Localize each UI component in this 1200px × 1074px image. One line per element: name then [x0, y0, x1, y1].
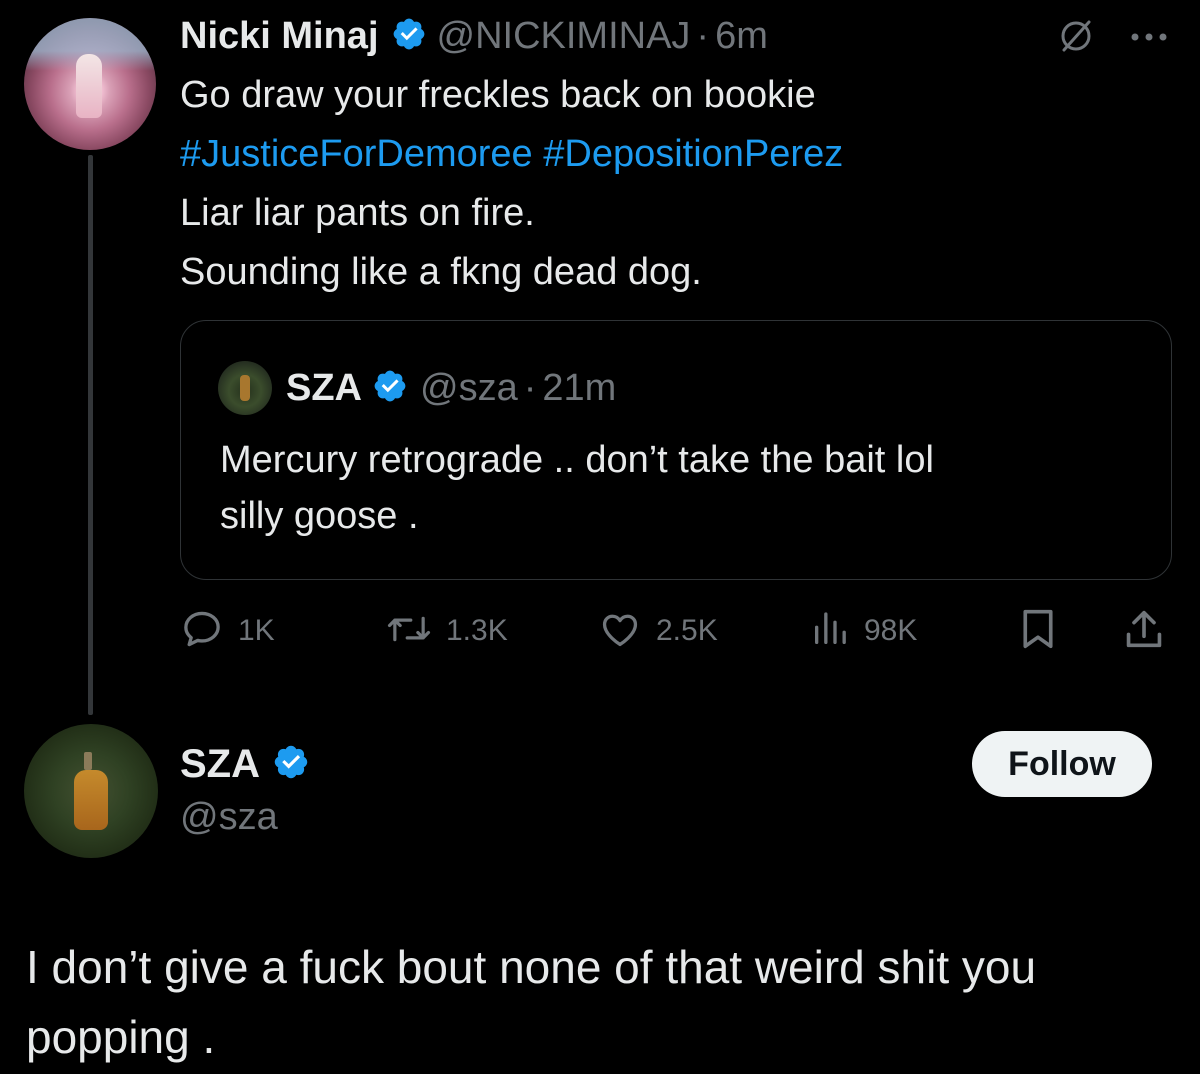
follow-button[interactable]: Follow [972, 731, 1152, 797]
tweet-header: Nicki Minaj @NICKIMINAJ · 6m [180, 12, 768, 60]
reply-author-name[interactable]: SZA [180, 742, 260, 787]
tweet-hashtags-line: #JusticeForDemoree #DepositionPerez [180, 125, 1140, 184]
reply-button[interactable]: 1K [180, 604, 275, 658]
quote-text-line: Mercury retrograde .. don’t take the bai… [220, 439, 934, 481]
heart-icon [598, 609, 642, 654]
reply-text: I don’t give a fuck bout none of that we… [26, 932, 1176, 1072]
author-name[interactable]: Nicki Minaj [180, 15, 379, 58]
reply-author: SZA [180, 736, 310, 792]
thread-connector-line [88, 155, 93, 715]
share-icon [1124, 607, 1164, 656]
verified-badge-icon [272, 743, 310, 786]
quote-avatar-sza [218, 361, 272, 415]
quote-author-handle: @sza [420, 366, 518, 409]
tweet-text-line: Sounding like a fkng dead dog. [180, 251, 702, 293]
quote-text-line: silly goose . [220, 495, 419, 537]
reply-count: 1K [238, 614, 275, 647]
tweet-time[interactable]: 6m [715, 15, 768, 58]
separator-dot: · [696, 14, 710, 57]
grok-icon[interactable] [1056, 16, 1096, 61]
tweet-action-bar: 1K 1.3K 2.5K 98K [180, 604, 1170, 658]
avatar-nicki-minaj[interactable] [24, 18, 156, 150]
hashtag-link[interactable]: #JusticeForDemoree [180, 133, 533, 175]
hashtag-link[interactable]: #DepositionPerez [543, 133, 843, 175]
reply-author-handle[interactable]: @sza [180, 796, 278, 839]
bookmark-button[interactable] [1018, 604, 1058, 658]
more-icon[interactable] [1130, 30, 1168, 48]
quote-text: Mercury retrograde .. don’t take the bai… [220, 432, 1140, 544]
like-button[interactable]: 2.5K [598, 604, 718, 658]
tweet-text-line: Go draw your freckles back on bookie [180, 74, 816, 116]
reply-text-line: popping . [26, 1011, 216, 1063]
share-button[interactable] [1124, 604, 1164, 658]
quote-time: 21m [542, 366, 617, 409]
tweet-text-line: Liar liar pants on fire. [180, 192, 535, 234]
tweet-top-icons [1056, 16, 1168, 61]
reply-icon [180, 607, 224, 656]
separator-dot: · [523, 366, 537, 409]
like-count: 2.5K [656, 614, 718, 647]
quote-header: SZA @sza · 21m [286, 363, 616, 413]
author-handle[interactable]: @NICKIMINAJ [437, 15, 691, 58]
avatar-sza[interactable] [24, 724, 158, 858]
verified-badge-icon [372, 368, 408, 409]
quote-author-name: SZA [286, 366, 362, 409]
repost-icon [386, 609, 432, 654]
reply-text-line: I don’t give a fuck bout none of that we… [26, 941, 1037, 993]
views-count: 98K [864, 614, 918, 647]
verified-badge-icon [391, 16, 427, 57]
repost-count: 1.3K [446, 614, 508, 647]
views-button[interactable]: 98K [810, 604, 917, 658]
views-chart-icon [810, 609, 850, 654]
tweet-text: Go draw your freckles back on bookie #Ju… [180, 66, 1140, 302]
repost-button[interactable]: 1.3K [386, 604, 508, 658]
bookmark-icon [1018, 607, 1058, 656]
